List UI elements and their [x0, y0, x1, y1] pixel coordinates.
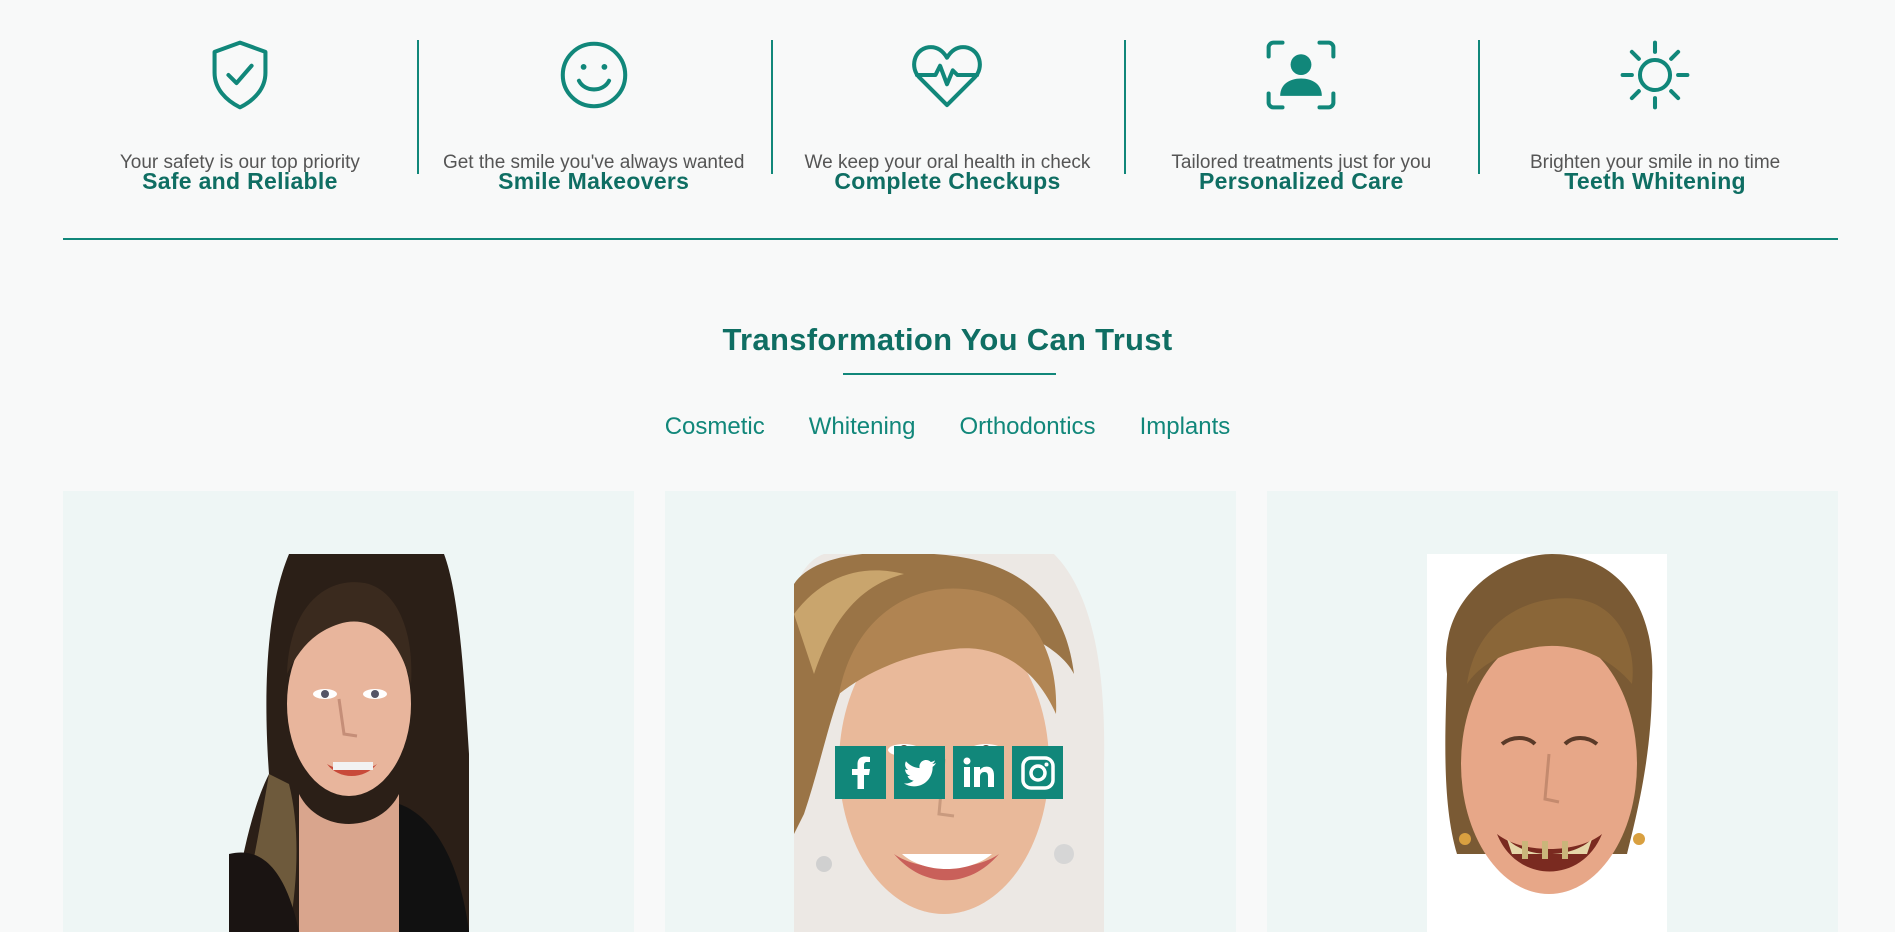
person-scan-icon	[1264, 38, 1338, 112]
shield-check-icon	[203, 38, 277, 112]
instagram-button[interactable]	[1012, 746, 1063, 799]
gallery-card[interactable]	[1267, 491, 1838, 932]
feature-safe-reliable: Safe and Reliable Your safety is our top…	[63, 38, 417, 194]
patient-photo	[1427, 554, 1667, 932]
section-title: Transformation You Can Trust	[722, 322, 1173, 357]
linkedin-icon	[963, 757, 994, 787]
feature-personalized-care: Personalized Care Tailored treatments ju…	[1124, 38, 1478, 194]
feature-description: Your safety is our top priority	[119, 152, 360, 173]
facebook-button[interactable]	[835, 746, 886, 799]
feature-description: Get the smile you've always wanted	[442, 152, 745, 173]
heart-pulse-icon	[910, 38, 984, 112]
facebook-icon	[851, 756, 870, 789]
social-share-bar	[835, 746, 1063, 799]
instagram-icon	[1020, 755, 1055, 790]
tab-cosmetic[interactable]: Cosmetic	[665, 413, 765, 441]
feature-description: We keep your oral health in check	[804, 152, 1091, 173]
gallery-card[interactable]	[63, 491, 634, 932]
section-divider	[63, 238, 1838, 240]
tab-implants[interactable]: Implants	[1140, 413, 1231, 441]
features-row: Safe and Reliable Your safety is our top…	[0, 38, 1895, 194]
feature-smile-makeovers: Smile Makeovers Get the smile you've alw…	[416, 38, 771, 194]
feature-teeth-whitening: Teeth Whitening Brighten your smile in n…	[1478, 38, 1832, 194]
feature-description: Brighten your smile in no time	[1529, 152, 1781, 173]
tab-whitening[interactable]: Whitening	[809, 413, 916, 441]
twitter-button[interactable]	[894, 746, 945, 799]
feature-complete-checkups: Complete Checkups We keep your oral heal…	[770, 38, 1125, 194]
gallery-card[interactable]	[665, 491, 1236, 932]
category-tabs: Cosmetic Whitening Orthodontics Implants	[0, 413, 1895, 441]
patient-photo	[794, 554, 1106, 932]
tab-orthodontics[interactable]: Orthodontics	[959, 413, 1095, 441]
patient-photo	[229, 554, 469, 932]
sun-icon	[1618, 38, 1692, 112]
twitter-icon	[903, 759, 936, 786]
gallery-cards	[63, 491, 1838, 932]
title-underline	[843, 373, 1056, 375]
linkedin-button[interactable]	[953, 746, 1004, 799]
feature-description: Tailored treatments just for you	[1171, 152, 1432, 173]
smiley-icon	[557, 38, 631, 112]
